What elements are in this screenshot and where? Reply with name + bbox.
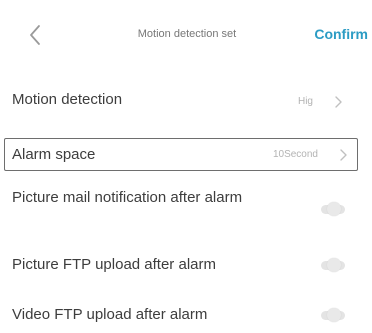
- motion-detection-settings-screen: Motion detection set Confirm Motion dete…: [0, 0, 372, 333]
- chevron-right-icon: [333, 95, 343, 109]
- toggle-knob: [327, 308, 341, 322]
- video-ftp-upload-label: Video FTP upload after alarm: [12, 306, 208, 323]
- page-title: Motion detection set: [137, 28, 237, 40]
- chevron-left-icon: [24, 22, 48, 48]
- picture-mail-notification-row: Picture mail notification after alarm: [0, 186, 372, 232]
- picture-ftp-upload-row: Picture FTP upload after alarm: [0, 247, 372, 283]
- picture-mail-notification-label: Picture mail notification after alarm: [12, 189, 243, 206]
- header-bar: Motion detection set Confirm: [0, 0, 372, 72]
- picture-ftp-upload-label: Picture FTP upload after alarm: [12, 256, 216, 273]
- alarm-space-row[interactable]: Alarm space 10Second: [0, 138, 372, 171]
- alarm-space-value: 10Second: [272, 149, 318, 160]
- picture-ftp-upload-toggle[interactable]: [317, 257, 347, 273]
- chevron-right-icon: [338, 148, 348, 162]
- back-button[interactable]: [24, 22, 48, 48]
- motion-detection-label: Motion detection: [12, 91, 123, 108]
- toggle-knob: [327, 202, 341, 216]
- video-ftp-upload-row: Video FTP upload after alarm: [0, 298, 372, 333]
- motion-detection-row[interactable]: Motion detection Hig: [0, 82, 372, 122]
- alarm-space-label: Alarm space: [12, 146, 96, 163]
- toggle-knob: [327, 258, 341, 272]
- picture-mail-notification-toggle[interactable]: [317, 201, 347, 217]
- video-ftp-upload-toggle[interactable]: [317, 307, 347, 323]
- confirm-button[interactable]: Confirm: [314, 26, 368, 42]
- motion-detection-value: Hig: [297, 96, 313, 107]
